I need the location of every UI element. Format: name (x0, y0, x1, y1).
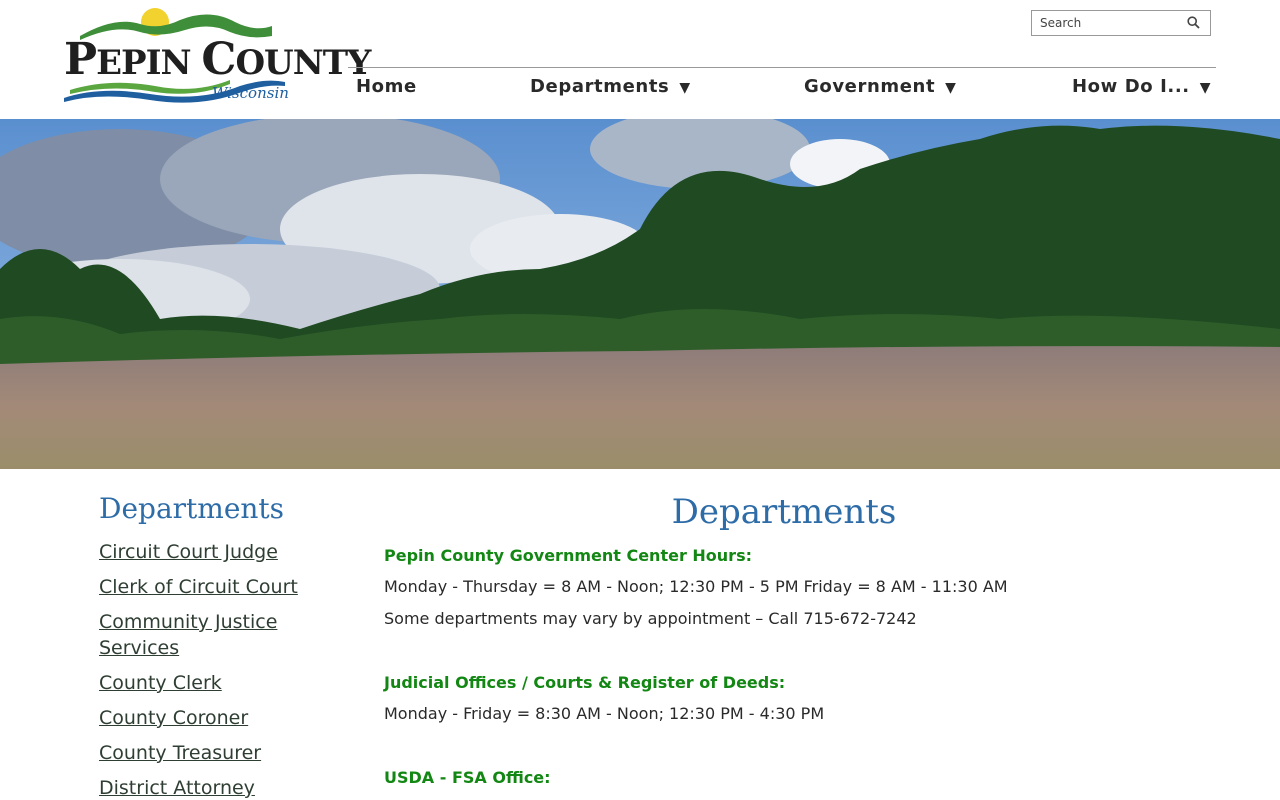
section-heading: Pepin County Government Center Hours: (384, 546, 752, 565)
sidebar-item-county-coroner[interactable]: County Coroner (99, 705, 339, 731)
sidebar-item-circuit-court-judge[interactable]: Circuit Court Judge (99, 539, 339, 565)
sidebar-item-district-attorney[interactable]: District Attorney (99, 775, 339, 800)
hours-line: Monday - Thursday = 8 AM - Noon; 12:30 P… (384, 577, 1008, 596)
sidebar-item-clerk-of-circuit-court[interactable]: Clerk of Circuit Court (99, 574, 339, 600)
hours-line: Some departments may vary by appointment… (384, 609, 917, 628)
hours-line: Monday - Friday = 8:30 AM - Noon; 12:30 … (384, 704, 825, 723)
logo-subtitle: Wisconsin (212, 84, 289, 102)
sidebar-item-county-clerk[interactable]: County Clerk (99, 670, 339, 696)
hero-image (0, 119, 1280, 469)
main-content: Departments Pepin County Government Cent… (384, 492, 1184, 799)
nav-label: Home (356, 76, 417, 97)
site-header: PEPIN COUNTY Wisconsin Home Departments ▼… (0, 0, 1280, 119)
logo-title: PEPIN COUNTY (64, 34, 371, 85)
search-box (1031, 10, 1211, 36)
sidebar-item-community-justice-services[interactable]: Community Justice Services (99, 609, 339, 661)
prairie-landscape-image (0, 119, 1280, 469)
chevron-down-icon: ▼ (679, 80, 691, 96)
nav-label: Government (804, 76, 936, 97)
nav-item-government[interactable]: Government ▼ (804, 76, 957, 97)
nav-item-how-do-i[interactable]: How Do I... ▼ (1072, 76, 1211, 97)
nav-label: How Do I... (1072, 76, 1190, 97)
chevron-down-icon: ▼ (1199, 80, 1212, 96)
nav-label: Departments (530, 76, 670, 97)
nav-item-home[interactable]: Home (356, 76, 417, 97)
sidebar-list: Circuit Court Judge Clerk of Circuit Cou… (99, 539, 339, 800)
sidebar: Departments Circuit Court Judge Clerk of… (99, 492, 339, 800)
main-nav: Home Departments ▼ Government ▼ How Do I..… (348, 67, 1216, 107)
page-title: Departments (671, 492, 897, 532)
sidebar-item-county-treasurer[interactable]: County Treasurer (99, 740, 339, 766)
section-heading: Judicial Offices / Courts & Register of … (384, 673, 786, 692)
pepin-county-logo[interactable]: PEPIN COUNTY Wisconsin (60, 6, 371, 110)
search-icon[interactable] (1187, 16, 1200, 29)
chevron-down-icon: ▼ (945, 80, 957, 96)
nav-item-departments[interactable]: Departments ▼ (530, 76, 691, 97)
section-heading: USDA - FSA Office: (384, 768, 551, 787)
search-input[interactable] (1032, 11, 1182, 35)
sidebar-title: Departments (99, 492, 285, 525)
